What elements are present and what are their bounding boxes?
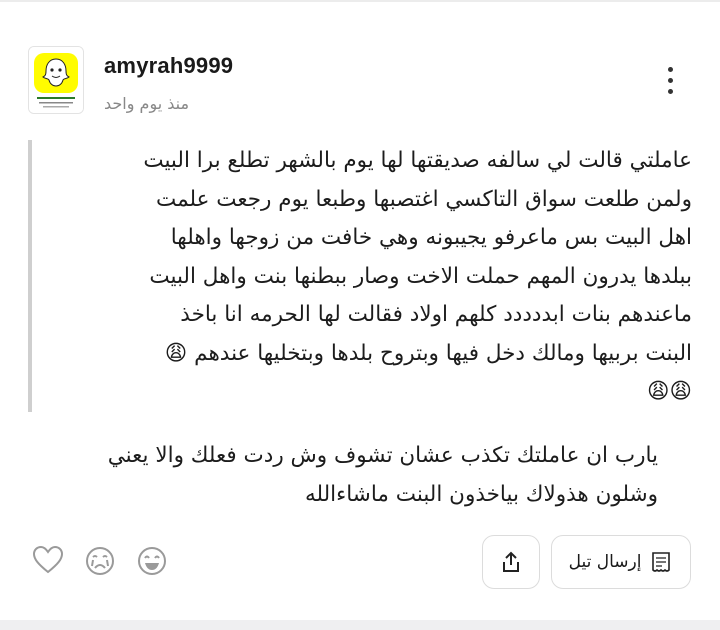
- quote-line: 😩😩: [647, 379, 692, 404]
- username[interactable]: amyrah9999: [104, 53, 233, 79]
- bitmoji-avatar-icon: [29, 47, 83, 113]
- send-tell-button[interactable]: إرسال تيل: [551, 535, 691, 589]
- ghost-scroll-icon: [652, 552, 671, 572]
- share-icon: [503, 551, 519, 572]
- more-vertical-icon: [667, 66, 673, 72]
- quote-line: عاملتي قالت لي سالفه صديقتها لها يوم بال…: [143, 148, 692, 173]
- quote-line: اهل البيت بس ماعرفو يجيبونه وهي خافت من …: [170, 225, 692, 250]
- send-tell-label: إرسال تيل: [568, 552, 642, 572]
- quote-line: ببلدها يدرون المهم حملت الاخت وصار ببطنه…: [149, 263, 692, 289]
- laughing-face-icon: [138, 547, 166, 575]
- avatar[interactable]: [28, 46, 84, 114]
- top-divider: [0, 0, 720, 2]
- quote-text: عاملتي قالت لي سالفه صديقتها لها يوم بال…: [52, 142, 692, 412]
- quote-line: البنت بربيها ومالك دخل فيها وبتروح بلدها…: [164, 340, 692, 366]
- share-button[interactable]: [482, 535, 540, 589]
- heart-icon: [32, 545, 64, 574]
- like-button[interactable]: [32, 545, 64, 579]
- crying-face-icon: [86, 547, 114, 575]
- laugh-reaction-button[interactable]: [136, 545, 168, 581]
- quoted-post: عاملتي قالت لي سالفه صديقتها لها يوم بال…: [28, 140, 692, 412]
- sad-reaction-button[interactable]: [84, 545, 116, 581]
- quote-line: ماعندهم بنات ابددددد كلهم اولاد فقالت له…: [180, 302, 692, 327]
- reply-line: وشلون هذولاك بياخذون البنت ماشاءالله: [304, 481, 658, 507]
- more-options-button[interactable]: [652, 60, 688, 100]
- reply-text: يارب ان عاملتك تكذب عشان تشوف وش ردت فعل…: [18, 437, 658, 514]
- post-timestamp: منذ يوم واحد: [104, 94, 190, 113]
- quote-line: ولمن طلعت سواق التاكسي اغتصبها وطبعا يوم…: [155, 186, 692, 212]
- reply-line: يارب ان عاملتك تكذب عشان تشوف وش ردت فعل…: [107, 443, 658, 468]
- bottom-divider: [0, 620, 720, 630]
